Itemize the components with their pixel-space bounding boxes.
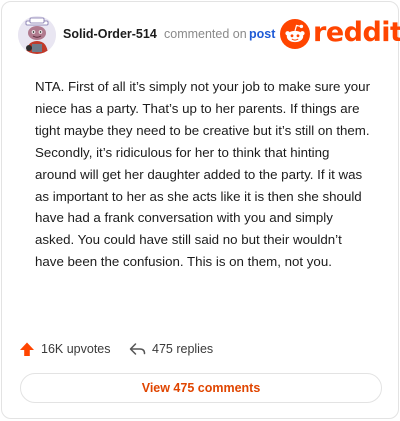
user-avatar[interactable] bbox=[18, 16, 56, 54]
reddit-wordmark: reddit bbox=[313, 17, 400, 48]
comment-card: Solid-Order-514 commented on post reddit… bbox=[1, 1, 400, 419]
comment-body: NTA. First of all it’s simply not your j… bbox=[35, 79, 370, 270]
reddit-logo[interactable]: reddit bbox=[280, 17, 400, 49]
replies-count: 475 replies bbox=[152, 342, 214, 356]
commented-on-text: commented on bbox=[164, 27, 247, 41]
view-comments-button[interactable]: View 475 comments bbox=[20, 373, 382, 403]
username-link[interactable]: Solid-Order-514 bbox=[63, 27, 157, 41]
comment-header: Solid-Order-514 commented on post reddit bbox=[18, 16, 400, 56]
reply-arrow-icon bbox=[129, 343, 146, 355]
replies-button[interactable]: 475 replies bbox=[129, 338, 213, 360]
upvote-count: 16K upvotes bbox=[41, 342, 111, 356]
post-link[interactable]: post bbox=[249, 27, 275, 41]
upvote-button[interactable]: 16K upvotes bbox=[19, 338, 111, 360]
snoo-avatar-icon bbox=[18, 16, 56, 54]
comment-footer: 16K upvotes 475 replies bbox=[19, 338, 381, 360]
upvote-arrow-icon bbox=[20, 342, 34, 356]
reddit-snoo-icon bbox=[280, 19, 310, 49]
